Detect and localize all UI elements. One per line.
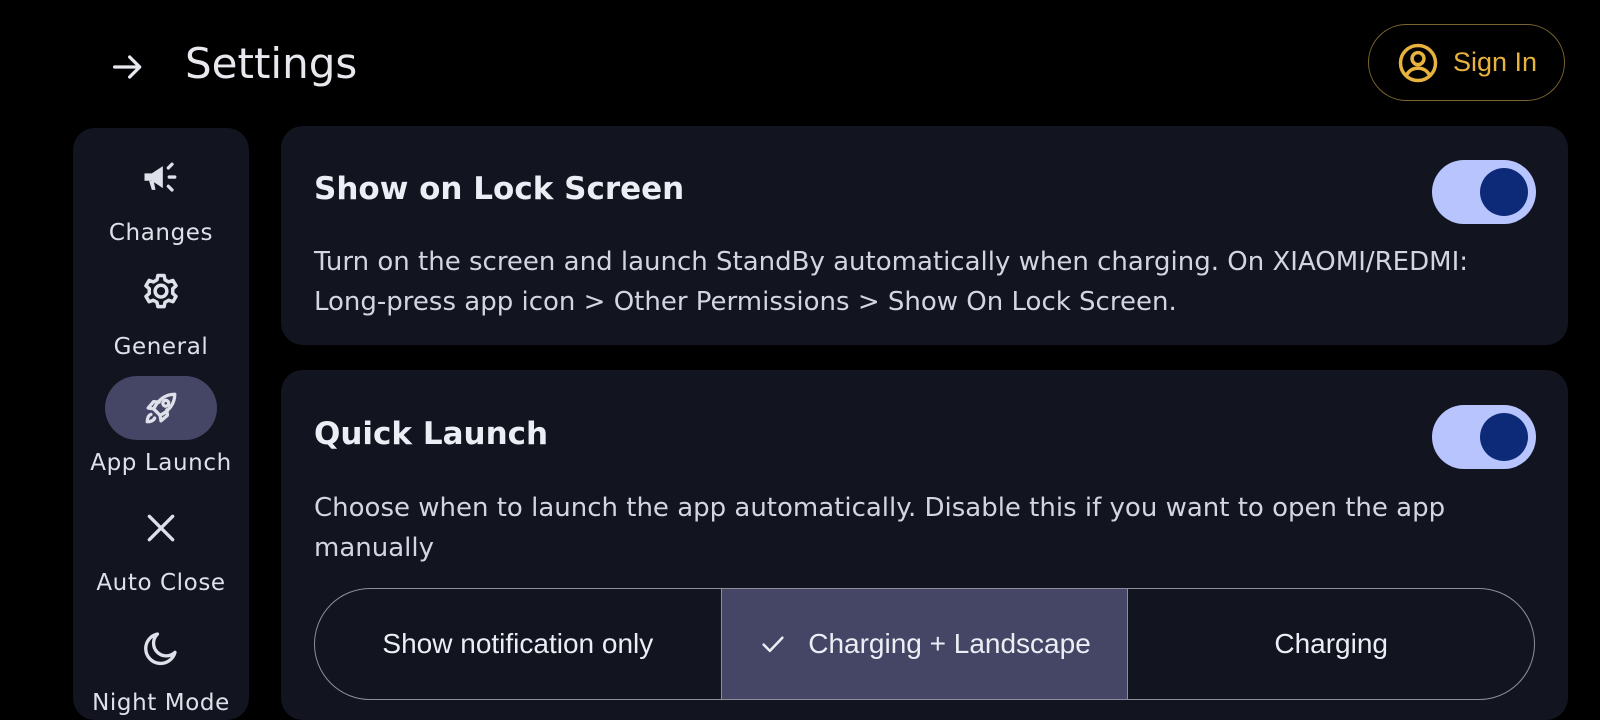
nav-icon-container bbox=[105, 376, 217, 440]
account-circle-icon bbox=[1398, 43, 1438, 82]
megaphone-icon bbox=[144, 162, 177, 192]
toggle-knob bbox=[1480, 168, 1528, 216]
quick-launch-card: Quick Launch Choose when to launch the a… bbox=[281, 370, 1568, 720]
gear-icon bbox=[144, 273, 178, 309]
segment-charging-landscape[interactable]: Charging + Landscape bbox=[720, 589, 1128, 699]
nav-icon-container bbox=[105, 496, 217, 560]
segment-charging[interactable]: Charging bbox=[1127, 589, 1534, 699]
arrow-right-icon bbox=[113, 55, 142, 79]
sign-in-button[interactable]: Sign In bbox=[1368, 24, 1565, 101]
moon-icon bbox=[144, 632, 177, 666]
segment-label: Charging bbox=[1274, 628, 1388, 659]
lock-screen-description: Turn on the screen and launch StandBy au… bbox=[314, 247, 1468, 317]
nav-item-night-mode[interactable]: Night Mode bbox=[73, 616, 249, 720]
quick-launch-toggle[interactable] bbox=[1432, 405, 1536, 469]
nav-item-auto-close[interactable]: Auto Close bbox=[73, 496, 249, 606]
nav-item-general[interactable]: General bbox=[73, 260, 249, 370]
check-icon bbox=[758, 629, 788, 659]
close-icon bbox=[147, 514, 175, 542]
segment-show-notification-only[interactable]: Show notification only bbox=[315, 589, 721, 699]
nav-icon-container bbox=[105, 146, 217, 210]
rocket-icon bbox=[145, 392, 177, 424]
lock-screen-title: Show on Lock Screen bbox=[314, 171, 685, 207]
nav-icon-container bbox=[105, 616, 217, 680]
lock-screen-card: Show on Lock Screen Turn on the screen a… bbox=[281, 126, 1568, 345]
nav-item-app-launch[interactable]: App Launch bbox=[73, 376, 249, 486]
page-title: Settings bbox=[185, 39, 358, 88]
nav-item-label: General bbox=[113, 334, 209, 360]
segment-label: Charging + Landscape bbox=[808, 628, 1091, 659]
nav-item-changes[interactable]: Changes bbox=[73, 146, 249, 256]
nav-icon-container bbox=[105, 260, 217, 324]
quick-launch-title: Quick Launch bbox=[314, 416, 549, 452]
segment-label: Show notification only bbox=[382, 628, 654, 659]
nav-item-label: Auto Close bbox=[96, 570, 226, 596]
nav-item-label: Night Mode bbox=[92, 690, 230, 716]
back-button[interactable] bbox=[102, 41, 154, 93]
launch-mode-segmented-button: Show notification only Charging + Landsc… bbox=[314, 588, 1535, 700]
top-app-bar: Settings Sign In bbox=[0, 0, 1600, 126]
toggle-knob bbox=[1480, 413, 1528, 461]
nav-item-label: App Launch bbox=[90, 450, 232, 476]
lock-screen-toggle[interactable] bbox=[1432, 160, 1536, 224]
sign-in-label: Sign In bbox=[1453, 47, 1538, 77]
quick-launch-description: Choose when to launch the app automatica… bbox=[314, 493, 1446, 563]
nav-item-label: Changes bbox=[108, 220, 214, 246]
navigation-rail: Changes General App Launch Auto Close Ni… bbox=[73, 128, 249, 720]
